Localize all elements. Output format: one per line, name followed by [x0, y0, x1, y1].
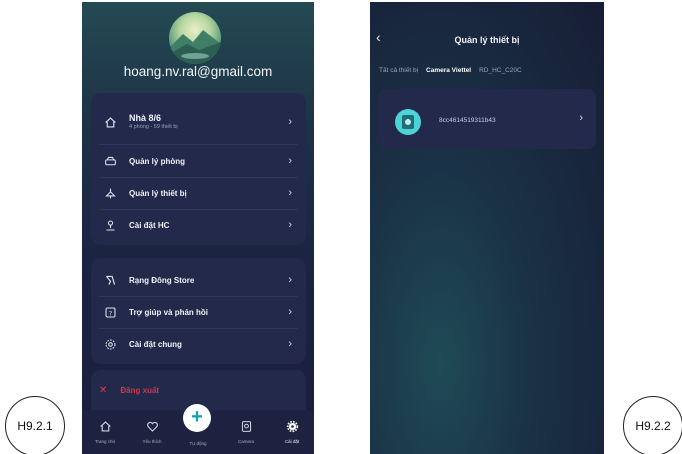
menu-item-store[interactable]: Rạng Đông Store ›	[91, 264, 306, 296]
nav-label: Trang chủ	[94, 439, 116, 444]
menu-label: Cài đặt chung	[129, 339, 182, 349]
home-detail: 4 phòng - 59 thiết bị	[129, 124, 178, 130]
nav-label: Cài đặt	[284, 439, 300, 444]
home-name: Nhà 8/6	[129, 113, 162, 123]
menu-label: Quản lý phòng	[129, 156, 185, 166]
tab-all-devices[interactable]: Tất cả thiết bị	[379, 67, 418, 74]
logout-label: Đăng xuất	[120, 386, 160, 395]
logout-button[interactable]: ✕ Đăng xuất	[99, 385, 159, 396]
nav-label: Yêu thích	[142, 439, 162, 444]
menu-label: Trợ giúp và phản hồi	[129, 307, 209, 317]
nav-automation[interactable]: Tự động	[178, 435, 218, 446]
lamp-icon	[103, 186, 117, 200]
chevron-right-icon: ›	[579, 112, 583, 124]
close-icon: ✕	[99, 385, 108, 396]
chevron-right-icon: ›	[288, 338, 292, 350]
menu-item-hc-settings[interactable]: Cài đặt HC ›	[91, 209, 306, 241]
device-management-screen: ‹ Quản lý thiết bị Tất cả thiết bị Camer…	[370, 2, 604, 454]
device-id: 8cc4614519311b43	[439, 117, 496, 124]
camera-icon	[241, 421, 251, 432]
profile-screen: hoang.nv.ral@gmail.com Nhà 8/6 4 phòng -…	[82, 2, 314, 454]
svg-text:?: ?	[108, 309, 111, 317]
nav-label: Tự động	[189, 441, 207, 446]
user-email: hoang.nv.ral@gmail.com	[123, 64, 273, 79]
settings-gear-icon	[103, 337, 117, 351]
help-icon: ?	[103, 305, 117, 319]
tab-camera-viettel[interactable]: Camera Viettel	[426, 67, 471, 74]
heart-icon	[146, 421, 158, 432]
nav-camera[interactable]: Camera	[226, 420, 266, 444]
menu-item-device-management[interactable]: Quản lý thiết bị ›	[91, 177, 306, 209]
chevron-right-icon: ›	[288, 155, 292, 167]
car-icon	[103, 154, 117, 168]
home-icon	[99, 421, 111, 432]
menu-label: Rạng Đông Store	[129, 275, 195, 285]
chevron-right-icon: ›	[288, 306, 292, 318]
home-selector[interactable]: Nhà 8/6 4 phòng - 59 thiết bị ›	[91, 103, 306, 141]
avatar[interactable]	[169, 12, 221, 64]
gear-icon	[286, 420, 298, 433]
support-menu-card: Rạng Đông Store › ? Trợ giúp và phản hồi…	[91, 258, 306, 364]
device-filter-tabs: Tất cả thiết bị Camera Viettel RD_HC_C20…	[379, 67, 530, 74]
bottom-navigation: Trang chủ Yêu thích Tự động + Camera Cài…	[82, 404, 314, 454]
menu-item-room-management[interactable]: Quản lý phòng ›	[91, 145, 306, 177]
add-automation-button[interactable]: +	[183, 404, 211, 432]
chevron-right-icon: ›	[288, 187, 292, 199]
plus-icon: +	[191, 406, 203, 428]
chevron-right-icon: ›	[288, 219, 292, 231]
menu-label: Cài đặt HC	[129, 220, 170, 230]
nav-label: Camera	[237, 439, 254, 444]
store-icon	[103, 273, 117, 287]
nav-favorite[interactable]: Yêu thích	[132, 420, 172, 444]
home-menu-card: Nhà 8/6 4 phòng - 59 thiết bị › Quản lý …	[91, 93, 306, 245]
comparison-figure: hoang.nv.ral@gmail.com Nhà 8/6 4 phòng -…	[0, 0, 682, 454]
figure-label-right: H9.2.2	[623, 396, 682, 454]
menu-item-general-settings[interactable]: Cài đặt chung ›	[91, 328, 306, 360]
nav-home[interactable]: Trang chủ	[85, 420, 125, 444]
chevron-right-icon: ›	[288, 116, 292, 128]
tab-rd-hc-c20c[interactable]: RD_HC_C20C	[479, 67, 522, 74]
hub-icon	[103, 218, 117, 232]
menu-label: Quản lý thiết bị	[129, 188, 187, 198]
page-title: Quản lý thiết bị	[454, 35, 520, 45]
home-icon	[103, 115, 117, 129]
camera-icon	[395, 109, 421, 135]
nav-settings[interactable]: Cài đặt	[272, 420, 312, 444]
menu-item-help[interactable]: ? Trợ giúp và phản hồi ›	[91, 296, 306, 328]
figure-label-left: H9.2.1	[5, 396, 65, 454]
device-list-item[interactable]: 8cc4614519311b43 ›	[378, 89, 596, 149]
chevron-right-icon: ›	[288, 274, 292, 286]
